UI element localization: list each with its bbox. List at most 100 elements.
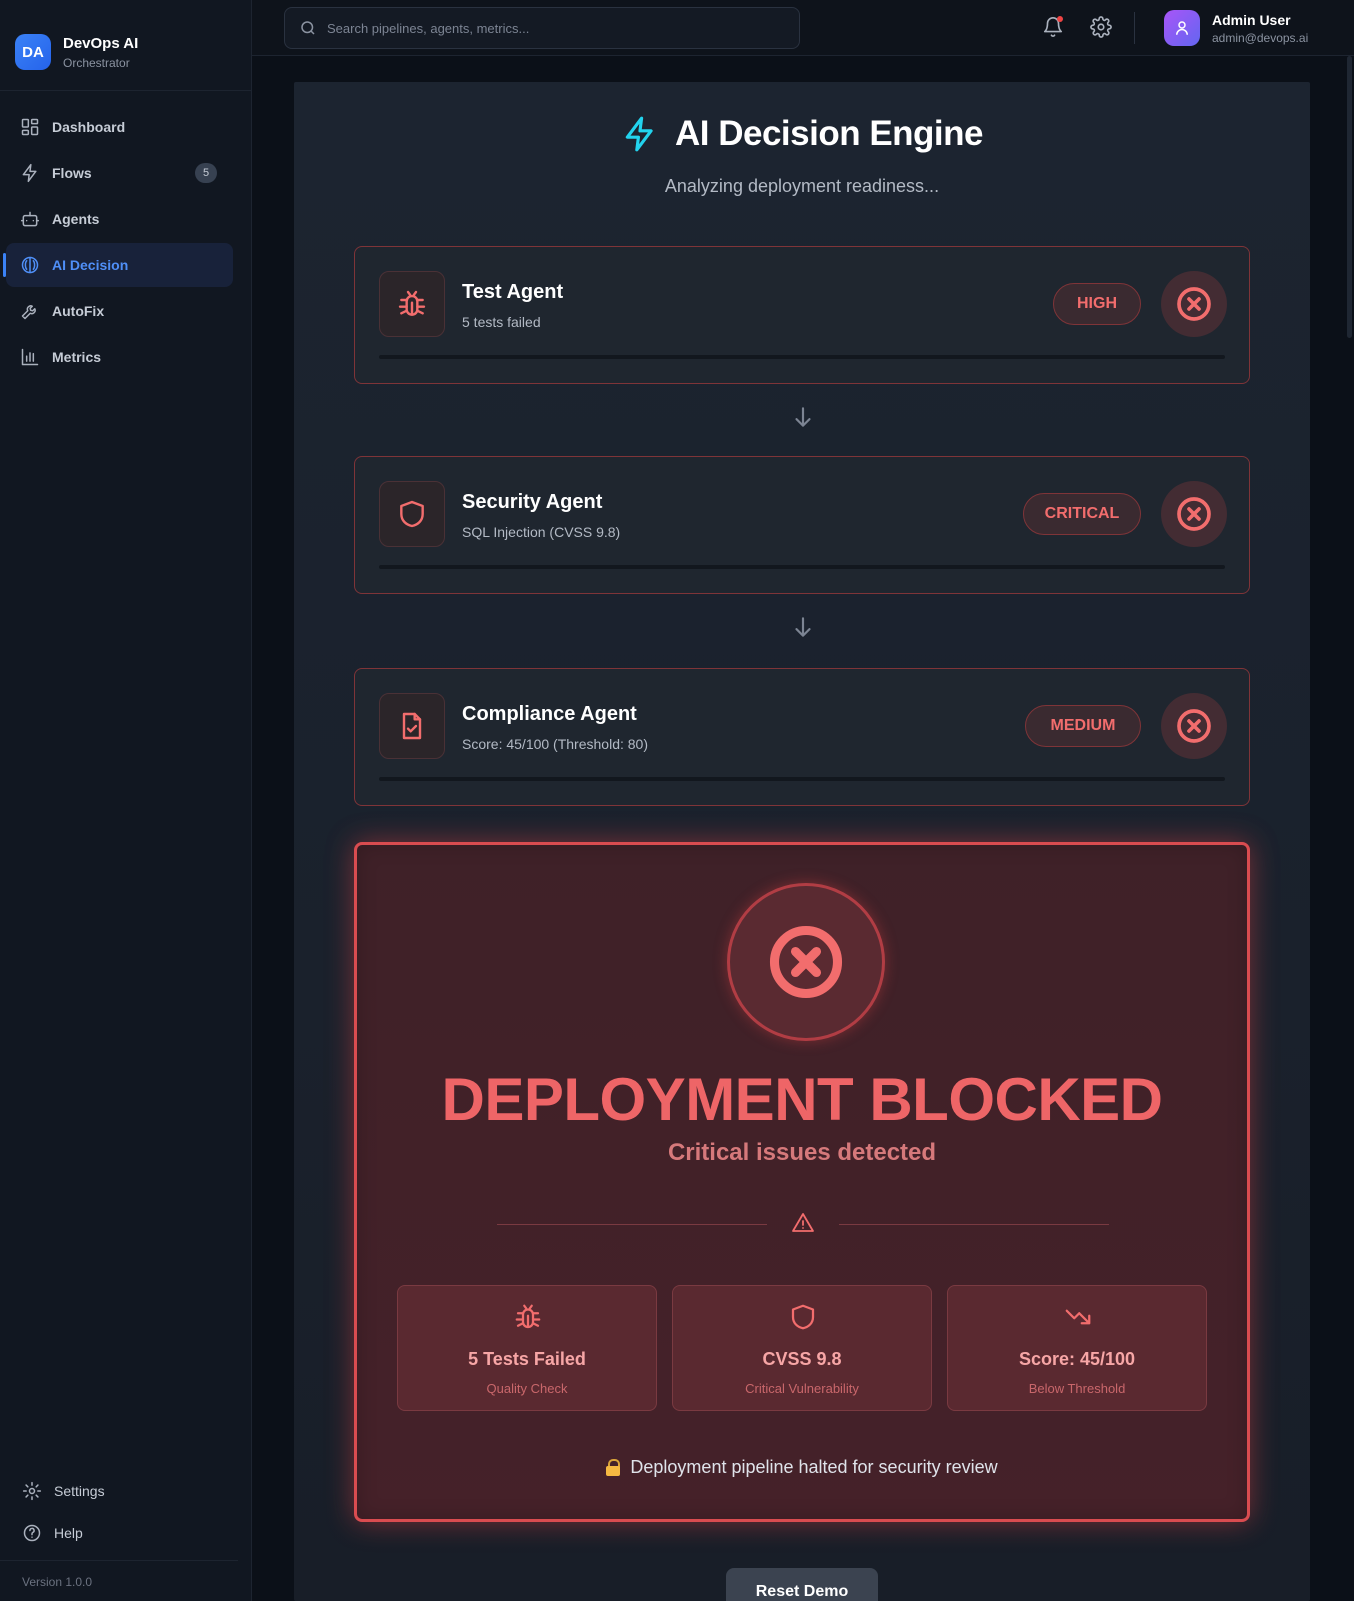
stat-card-score: Score: 45/100 Below Threshold bbox=[947, 1285, 1207, 1411]
x-circle-icon bbox=[769, 925, 843, 999]
warning-icon bbox=[791, 1211, 815, 1235]
sidebar: DA DevOps AI Orchestrator Dashboard Flow… bbox=[0, 0, 252, 1601]
x-circle-icon bbox=[1177, 497, 1211, 531]
user-menu[interactable]: Admin User admin@devops.ai bbox=[1164, 10, 1308, 46]
bolt-icon bbox=[22, 163, 37, 183]
gear-icon bbox=[22, 1481, 42, 1501]
app-root: DA DevOps AI Orchestrator Dashboard Flow… bbox=[0, 0, 1354, 1601]
notification-dot bbox=[1057, 16, 1063, 22]
blocked-status-circle bbox=[727, 883, 885, 1041]
stat-value: 5 Tests Failed bbox=[468, 1349, 586, 1369]
brain-icon bbox=[21, 256, 39, 274]
search-icon bbox=[301, 21, 315, 35]
brand[interactable]: DA DevOps AI Orchestrator bbox=[0, 0, 251, 91]
stat-label: Critical Vulnerability bbox=[745, 1381, 859, 1396]
dashboard-icon bbox=[21, 118, 39, 136]
agent-card-test: Test Agent 5 tests failed HIGH bbox=[354, 246, 1250, 384]
wrench-icon bbox=[21, 305, 36, 320]
page-title: AI Decision Engine bbox=[675, 114, 984, 153]
agent-card-security: Security Agent SQL Injection (CVSS 9.8) … bbox=[354, 456, 1250, 594]
brand-text: DevOps AI Orchestrator bbox=[63, 35, 138, 70]
agent-name: Security Agent bbox=[462, 491, 603, 513]
flows-count-badge: 5 bbox=[195, 163, 217, 183]
notifications-button[interactable] bbox=[1042, 16, 1064, 38]
severity-badge: HIGH bbox=[1053, 283, 1141, 325]
agent-detail: Score: 45/100 (Threshold: 80) bbox=[462, 736, 648, 752]
agent-card-compliance: Compliance Agent Score: 45/100 (Threshol… bbox=[354, 668, 1250, 806]
sidebar-item-flows[interactable]: Flows 5 bbox=[6, 151, 233, 195]
sidebar-item-label: Dashboard bbox=[52, 119, 126, 135]
robot-icon bbox=[20, 211, 40, 227]
stat-label: Below Threshold bbox=[1028, 1381, 1126, 1396]
flow-arrow bbox=[790, 404, 816, 430]
sidebar-item-dashboard[interactable]: Dashboard bbox=[6, 105, 233, 149]
bar-chart-icon bbox=[21, 348, 39, 366]
reset-demo-button[interactable]: Reset Demo bbox=[726, 1568, 878, 1601]
brand-logo: DA bbox=[15, 34, 51, 70]
bolt-icon bbox=[625, 116, 653, 152]
agent-detail: 5 tests failed bbox=[462, 314, 541, 330]
sidebar-item-label: AI Decision bbox=[52, 257, 129, 273]
decision-engine-panel: AI Decision Engine Analyzing deployment … bbox=[294, 82, 1310, 1601]
agent-icon-box bbox=[379, 271, 445, 337]
trending-down-icon bbox=[1065, 1309, 1091, 1325]
settings-button[interactable] bbox=[1090, 16, 1112, 38]
shield-icon bbox=[400, 500, 424, 528]
file-check-icon bbox=[402, 712, 422, 740]
header-divider bbox=[1134, 12, 1135, 44]
agent-name: Test Agent bbox=[462, 281, 564, 303]
sidebar-item-help[interactable]: Help bbox=[8, 1512, 234, 1554]
agent-detail: SQL Injection (CVSS 9.8) bbox=[462, 524, 621, 540]
bug-icon bbox=[398, 290, 426, 316]
brand-title: DevOps AI bbox=[63, 34, 139, 52]
severity-badge: MEDIUM bbox=[1025, 705, 1141, 747]
agent-name: Compliance Agent bbox=[462, 703, 637, 725]
user-email: admin@devops.ai bbox=[1212, 30, 1309, 45]
scrollbar[interactable] bbox=[1347, 56, 1352, 338]
agent-icon-box bbox=[379, 693, 445, 759]
x-circle-icon bbox=[1177, 709, 1211, 743]
sidebar-item-settings[interactable]: Settings bbox=[8, 1470, 234, 1512]
decision-title: DEPLOYMENT BLOCKED bbox=[441, 1066, 1163, 1133]
divider-right bbox=[839, 1224, 1109, 1225]
stat-value: CVSS 9.8 bbox=[762, 1349, 842, 1369]
search-input[interactable] bbox=[327, 20, 767, 36]
sidebar-item-agents[interactable]: Agents bbox=[6, 197, 233, 241]
engine-title-row: AI Decision Engine bbox=[294, 114, 1310, 154]
version-label: Version 1.0.0 bbox=[0, 1560, 238, 1601]
arrow-down-icon bbox=[795, 617, 811, 637]
arrow-down-icon bbox=[795, 407, 811, 427]
search-bar[interactable] bbox=[284, 7, 800, 49]
user-icon bbox=[1176, 21, 1188, 35]
sidebar-item-autofix[interactable]: AutoFix bbox=[6, 289, 233, 333]
sidebar-item-label: Flows bbox=[52, 165, 92, 181]
status-failed bbox=[1161, 693, 1227, 759]
sidebar-item-label: AutoFix bbox=[52, 303, 105, 319]
halt-text: Deployment pipeline halted for security … bbox=[630, 1457, 998, 1477]
flow-arrow bbox=[790, 614, 816, 640]
stat-card-tests: 5 Tests Failed Quality Check bbox=[397, 1285, 657, 1411]
brand-subtitle: Orchestrator bbox=[63, 55, 130, 70]
shield-icon bbox=[791, 1304, 815, 1330]
page-subtitle: Analyzing deployment readiness... bbox=[664, 176, 940, 196]
gear-icon bbox=[1090, 16, 1112, 38]
stat-value: Score: 45/100 bbox=[1018, 1349, 1136, 1369]
sidebar-item-label: Help bbox=[54, 1525, 83, 1541]
avatar bbox=[1164, 10, 1200, 46]
halt-message: Deployment pipeline halted for security … bbox=[357, 1457, 1247, 1478]
divider-left bbox=[497, 1224, 767, 1225]
user-info: Admin User admin@devops.ai bbox=[1212, 12, 1308, 45]
decision-subtitle: Critical issues detected bbox=[667, 1139, 937, 1166]
stat-card-cvss: CVSS 9.8 Critical Vulnerability bbox=[672, 1285, 932, 1411]
x-circle-icon bbox=[1177, 287, 1211, 321]
sidebar-item-label: Agents bbox=[52, 211, 100, 227]
agent-progress-bar bbox=[379, 565, 1225, 569]
status-failed bbox=[1161, 271, 1227, 337]
stat-label: Quality Check bbox=[486, 1381, 568, 1396]
sidebar-bottom: Settings Help Version 1.0.0 bbox=[0, 1470, 252, 1601]
lock-icon bbox=[606, 1459, 621, 1476]
sidebar-item-metrics[interactable]: Metrics bbox=[6, 335, 233, 379]
status-failed bbox=[1161, 481, 1227, 547]
sidebar-item-ai-decision[interactable]: AI Decision bbox=[3, 243, 233, 287]
agent-progress-bar bbox=[379, 355, 1225, 359]
